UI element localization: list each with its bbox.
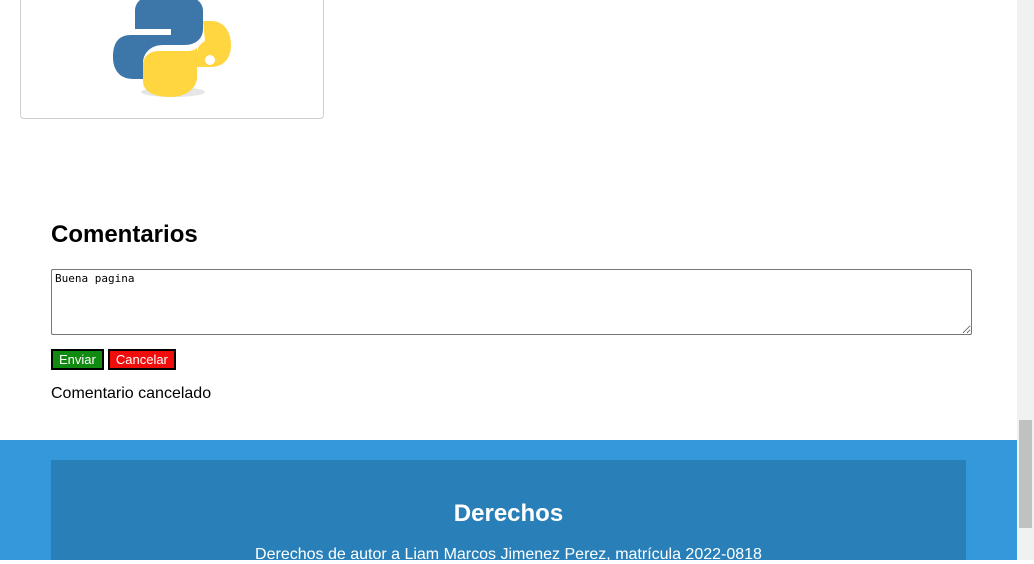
page: Comentarios Enviar Cancelar Comentario c… — [0, 0, 1017, 563]
comment-status: Comentario cancelado — [51, 385, 212, 402]
send-button[interactable]: Enviar — [51, 349, 104, 370]
comments-title: Comentarios — [51, 221, 198, 248]
vertical-scrollbar[interactable] — [1017, 0, 1034, 560]
cancel-button[interactable]: Cancelar — [107, 349, 176, 370]
scrollbar-thumb[interactable] — [1019, 420, 1032, 528]
footer: Derechos Derechos de autor a Liam Marcos… — [0, 440, 1017, 563]
comment-textarea[interactable] — [51, 269, 972, 335]
footer-title: Derechos — [453, 500, 564, 527]
comments-section: Comentarios Enviar Cancelar Comentario c… — [51, 219, 972, 402]
footer-copyright: Derechos de autor a Liam Marcos Jimenez … — [255, 546, 762, 563]
comment-buttons: Enviar Cancelar — [51, 349, 176, 370]
python-logo-icon — [113, 0, 231, 97]
image-card — [20, 0, 324, 119]
footer-panel: Derechos Derechos de autor a Liam Marcos… — [51, 460, 966, 563]
